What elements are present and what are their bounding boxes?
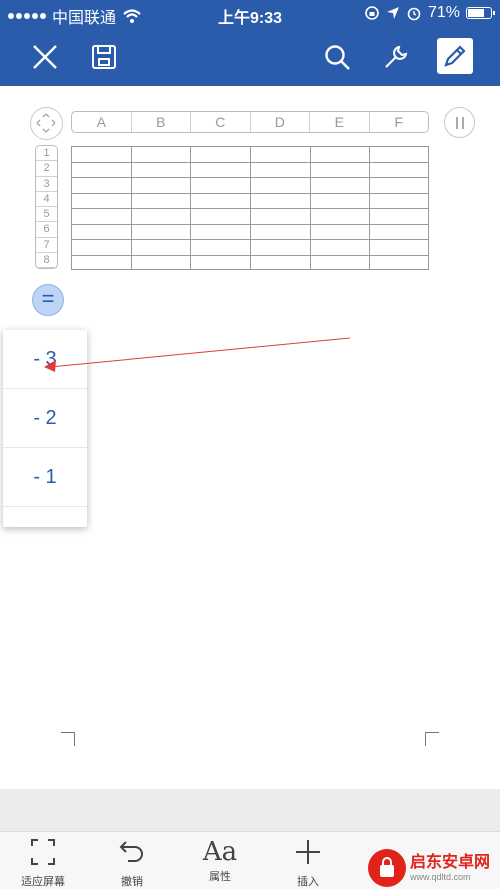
watermark-name: 启东安卓网	[410, 853, 491, 871]
watermark-logo-icon	[368, 848, 406, 887]
fit-screen-icon	[31, 839, 55, 865]
undo-button[interactable]: 撤销	[92, 838, 172, 889]
properties-button[interactable]: Aa 属性	[180, 838, 260, 884]
fit-screen-label: 适应屏幕	[21, 876, 65, 888]
plus-icon	[296, 840, 320, 864]
annotation-arrow	[44, 337, 351, 372]
watermark-url: www.qdltd.com	[410, 871, 471, 882]
text-style-icon: Aa	[202, 837, 238, 867]
site-watermark: 启东安卓网 www.qdltd.com	[368, 846, 500, 889]
undo-label: 撤销	[121, 876, 143, 888]
undo-icon	[119, 841, 143, 862]
page-corner-mark	[61, 732, 75, 746]
page-gap	[0, 789, 500, 831]
insert-button[interactable]: 插入	[268, 838, 348, 889]
fit-screen-button[interactable]: 适应屏幕	[3, 838, 83, 889]
insert-label: 插入	[297, 876, 319, 888]
properties-label: 属性	[209, 871, 231, 883]
page-corner-mark	[425, 732, 439, 746]
